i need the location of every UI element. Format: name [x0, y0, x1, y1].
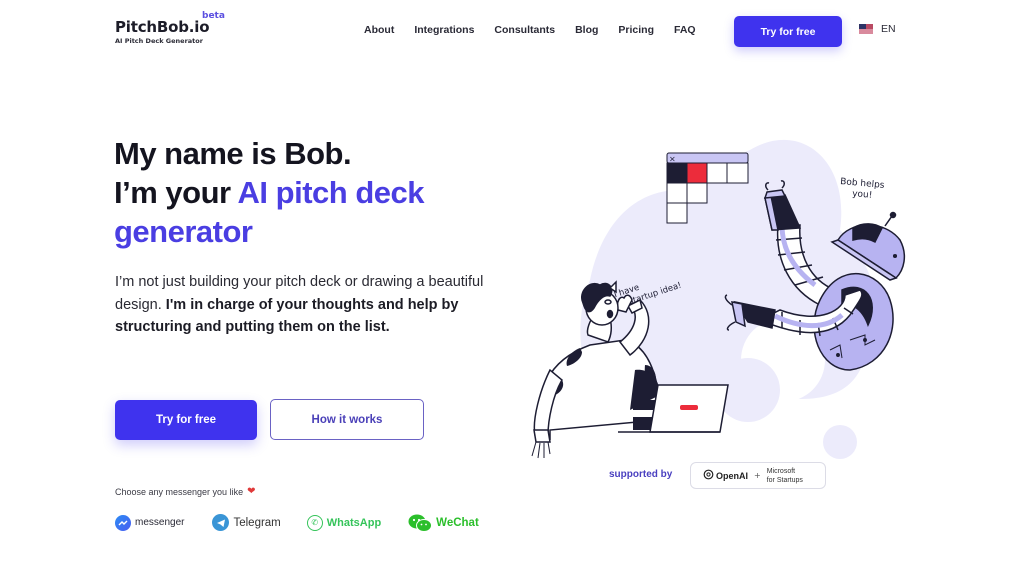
sponsors-badge: OpenAI + Microsoft for Startups [690, 462, 826, 489]
header-try-free-button[interactable]: Try for free [734, 16, 842, 47]
logo[interactable]: PitchBob.io beta AI Pitch Deck Generator [115, 11, 225, 45]
nav-consultants[interactable]: Consultants [494, 24, 555, 36]
nav-integrations[interactable]: Integrations [414, 24, 474, 36]
messenger-list: messenger Telegram ✆ WhatsApp WeChat [115, 514, 479, 532]
how-it-works-button[interactable]: How it works [270, 399, 424, 440]
language-label: EN [881, 23, 896, 35]
plus-sign: + [754, 471, 761, 480]
nav-pricing[interactable]: Pricing [618, 24, 654, 36]
wechat-label: WeChat [436, 516, 479, 529]
microsoft-for-startups-logo: Microsoft for Startups [767, 467, 803, 485]
nav-faq[interactable]: FAQ [674, 24, 696, 36]
openai-icon [703, 469, 714, 482]
messenger-prompt-text: Choose any messenger you like [115, 486, 244, 497]
messenger-label: messenger [135, 517, 185, 528]
telegram-icon [212, 514, 230, 531]
hero-desc-bold: I'm in charge of your thoughts and help … [115, 296, 459, 336]
try-free-button[interactable]: Try for free [115, 400, 257, 440]
svg-text:×: × [669, 155, 676, 164]
us-flag-icon [859, 24, 873, 34]
heart-icon: ❤ [247, 486, 256, 497]
supported-by-label: supported by [609, 469, 673, 480]
nav-about[interactable]: About [364, 24, 394, 36]
logo-name: PitchBob.io [115, 18, 210, 36]
main-nav: About Integrations Consultants Blog Pric… [364, 24, 696, 36]
messenger-link-wechat[interactable]: WeChat [408, 514, 479, 532]
beta-badge: beta [202, 11, 225, 21]
hero-illustration: × Bob helpsyou! I havea startup idea! [531, 139, 906, 459]
whatsapp-label: WhatsApp [326, 516, 382, 529]
telegram-label: Telegram [233, 516, 281, 529]
hero-title-prefix: I’m your [114, 175, 238, 210]
nav-blog[interactable]: Blog [575, 24, 598, 36]
openai-logo: OpenAI [703, 469, 748, 482]
robot-speech: Bob helpsyou! [839, 177, 885, 202]
messenger-link-facebook[interactable]: messenger [115, 514, 185, 531]
wechat-icon [408, 514, 433, 532]
openai-label: OpenAI [716, 470, 749, 481]
logo-tagline: AI Pitch Deck Generator [115, 37, 203, 45]
hero-title-line1: My name is Bob. [114, 136, 352, 171]
hero-title: My name is Bob. I’m your AI pitch deck g… [114, 134, 534, 251]
facebook-messenger-icon [115, 514, 131, 531]
messenger-link-telegram[interactable]: Telegram [212, 514, 281, 531]
messenger-prompt: Choose any messenger you like ❤ [115, 486, 255, 497]
hero-description: I’m not just building your pitch deck or… [115, 271, 495, 339]
messenger-link-whatsapp[interactable]: ✆ WhatsApp [306, 514, 382, 531]
language-selector[interactable]: EN [859, 23, 896, 35]
microsoft-line2: for Startups [766, 476, 803, 484]
microsoft-line1: Microsoft [766, 467, 796, 475]
whatsapp-icon: ✆ [306, 514, 323, 531]
